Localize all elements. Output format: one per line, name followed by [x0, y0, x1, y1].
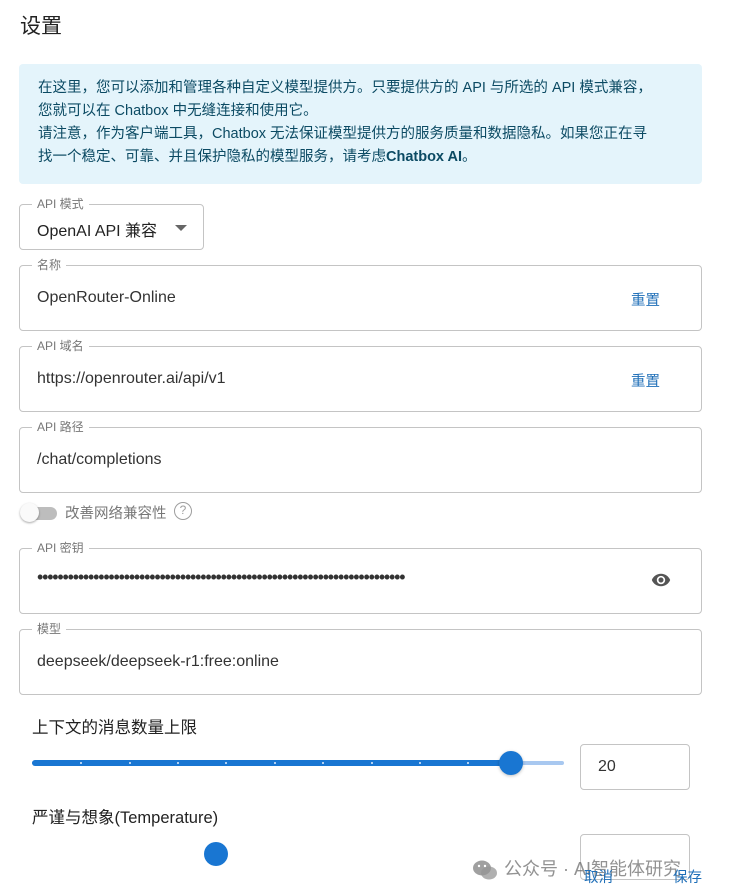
temperature-slider-thumb[interactable] — [204, 842, 228, 866]
api-host-field[interactable]: API 域名 https://openrouter.ai/api/v1 重置 — [19, 339, 702, 412]
info-line-4-end: 。 — [462, 149, 477, 165]
slider-tick-mark — [225, 762, 227, 764]
slider-tick-mark — [467, 762, 469, 764]
context-limit-value: 20 — [598, 758, 616, 775]
info-line-3: 请注意，作为客户端工具，Chatbox 无法保证模型提供方的服务质量和数据隐私。… — [38, 126, 648, 142]
info-line-1: 在这里，您可以添加和管理各种自定义模型提供方。只要提供方的 API 与所选的 A… — [38, 80, 652, 96]
model-field[interactable]: 模型 deepseek/deepseek-r1:free:online — [19, 622, 702, 695]
api-mode-select[interactable]: API 模式 OpenAI API 兼容 — [19, 197, 204, 250]
slider-tick-mark — [371, 762, 373, 764]
chevron-down-icon — [175, 225, 187, 231]
model-label: 模型 — [32, 622, 67, 636]
network-compat-label: 改善网络兼容性 — [65, 506, 167, 522]
api-mode-label: API 模式 — [32, 197, 89, 211]
wechat-icon — [473, 860, 497, 880]
info-line-4-text: 找一个稳定、可靠、并且保护隐私的模型服务，请考虑 — [38, 149, 386, 165]
api-host-reset-button[interactable]: 重置 — [631, 370, 660, 391]
api-key-value: ••••••••••••••••••••••••••••••••••••••••… — [37, 567, 406, 587]
slider-thumb[interactable] — [499, 751, 523, 775]
api-key-field[interactable]: API 密钥 •••••••••••••••••••••••••••••••••… — [19, 541, 702, 614]
name-field-value: OpenRouter-Online — [37, 289, 176, 306]
api-path-field[interactable]: API 路径 /chat/completions — [19, 420, 702, 493]
name-reset-button[interactable]: 重置 — [631, 289, 660, 310]
api-path-label: API 路径 — [32, 420, 89, 434]
watermark: 公众号 · AI智能体研究 — [472, 855, 681, 881]
context-limit-slider[interactable] — [32, 751, 564, 775]
info-banner: 在这里，您可以添加和管理各种自定义模型提供方。只要提供方的 API 与所选的 A… — [19, 64, 702, 184]
context-limit-label: 上下文的消息数量上限 — [32, 719, 197, 737]
slider-tick-mark — [274, 762, 276, 764]
slider-track — [32, 760, 511, 766]
eye-icon-svg — [651, 573, 671, 587]
api-key-label: API 密钥 — [32, 541, 89, 555]
info-line-2: 您就可以在 Chatbox 中无缝连接和使用它。 — [38, 103, 318, 119]
api-path-value: /chat/completions — [37, 451, 162, 468]
slider-tick-mark — [80, 762, 82, 764]
toggle-thumb[interactable] — [20, 503, 39, 522]
page-title: 设置 — [20, 15, 62, 38]
chatbox-ai-highlight: Chatbox AI — [386, 149, 462, 165]
context-limit-input[interactable]: 20 — [580, 744, 690, 790]
name-field[interactable]: 名称 OpenRouter-Online 重置 — [19, 258, 702, 331]
slider-tick-mark — [177, 762, 179, 764]
eye-icon[interactable] — [648, 570, 674, 590]
info-line-4: 找一个稳定、可靠、并且保护隐私的模型服务，请考虑Chatbox AI。 — [38, 146, 684, 169]
slider-tick-mark — [322, 762, 324, 764]
help-circle-icon[interactable]: ? — [174, 502, 192, 520]
cancel-button[interactable]: 取消 — [584, 866, 613, 887]
name-field-label: 名称 — [32, 258, 67, 272]
api-mode-value: OpenAI API 兼容 — [37, 223, 158, 240]
temperature-label: 严谨与想象(Temperature) — [32, 809, 219, 827]
slider-tick-mark — [419, 762, 421, 764]
settings-page: 设置 在这里，您可以添加和管理各种自定义模型提供方。只要提供方的 API 与所选… — [0, 0, 732, 896]
slider-tick-mark — [129, 762, 131, 764]
api-host-label: API 域名 — [32, 339, 89, 353]
network-compat-row: 改善网络兼容性 ? — [19, 500, 319, 524]
model-value: deepseek/deepseek-r1:free:online — [37, 653, 279, 670]
api-host-value: https://openrouter.ai/api/v1 — [37, 370, 226, 387]
save-button[interactable]: 保存 — [673, 866, 702, 887]
